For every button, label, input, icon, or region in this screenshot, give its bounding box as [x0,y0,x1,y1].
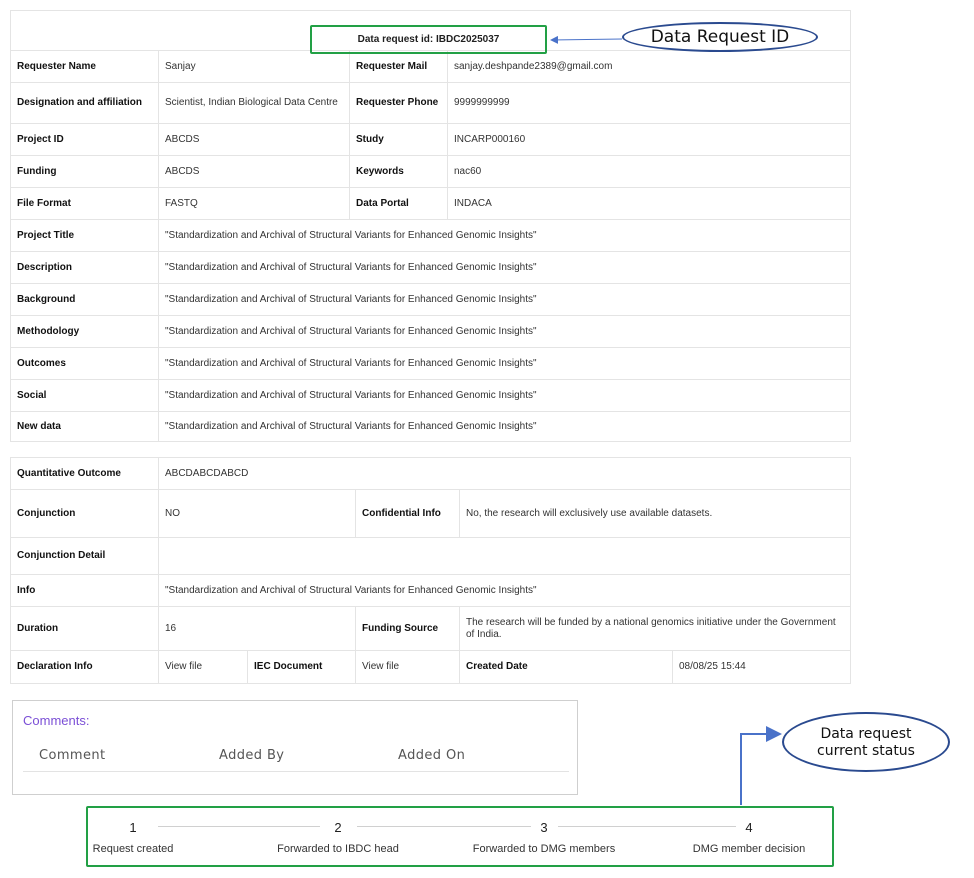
iec-view-file-link[interactable]: View file [355,650,460,684]
request-details-table: Requester Name Sanjay Requester Mail san… [10,10,851,442]
field-label: Quantitative Outcome [10,457,159,490]
status-arrow [740,726,782,805]
field-value: "Standardization and Archival of Structu… [157,574,852,607]
table-row: Background "Standardization and Archival… [10,283,851,316]
field-value: ABCDS [158,123,350,156]
field-value: "Standardization and Archival of Structu… [158,251,851,284]
table-row: Conjunction NO Confidential Info No, the… [10,489,852,538]
field-value: "Standardization and Archival of Structu… [158,411,851,442]
field-label: Conjunction Detail [10,537,159,575]
step-connector [357,826,531,827]
field-value: FASTQ [158,187,350,220]
field-label: Funding [10,155,159,188]
field-label: New data [10,411,159,442]
field-value: ABCDABCDABCD [157,457,852,490]
table-row: Quantitative Outcome ABCDABCDABCD [10,457,852,490]
field-value: sanjay.deshpande2389@gmail.com [447,50,851,83]
column-header-added-on: Added On [398,748,466,763]
field-label: Background [10,283,159,316]
field-label: Confidential Info [355,489,460,538]
step-4-label: DMG member decision [692,843,806,855]
comments-panel: Comments: Comment Added By Added On [12,700,578,795]
field-label: File Format [10,187,159,220]
field-value: INDACA [447,187,851,220]
field-label: Outcomes [10,347,159,380]
field-label: Requester Phone [349,82,448,124]
table-row: Description "Standardization and Archiva… [10,251,851,284]
comments-divider [23,771,569,772]
table-row: Requester Name Sanjay Requester Mail san… [10,50,851,83]
field-label: IEC Document [247,650,356,684]
table-row: Duration 16 Funding Source The research … [10,606,852,651]
step-3-badge: 3 [540,819,548,835]
field-label: Duration [10,606,159,651]
table-row: New data "Standardization and Archival o… [10,411,851,442]
step-connector [558,826,736,827]
field-value [157,537,852,575]
table-row: Project ID ABCDS Study INCARP000160 [10,123,851,156]
request-extra-table: Quantitative Outcome ABCDABCDABCD Conjun… [10,457,852,684]
field-label: Keywords [349,155,448,188]
column-header-comment: Comment [39,748,106,763]
field-value: "Standardization and Archival of Structu… [158,219,851,252]
step-4-badge: 4 [745,819,753,835]
field-value: 9999999999 [447,82,851,124]
column-header-added-by: Added By [219,748,285,763]
table-row: Designation and affiliation Scientist, I… [10,82,851,124]
request-id-highlight [310,25,547,54]
field-value: 16 [158,606,356,651]
table-row: Info "Standardization and Archival of St… [10,574,852,607]
field-value: "Standardization and Archival of Structu… [158,283,851,316]
step-1-label: Request created [92,843,174,855]
field-value: 08/08/25 15:44 [671,650,852,684]
field-label: Info [10,574,159,607]
field-label: Description [10,251,159,284]
field-label: Created Date [459,650,673,684]
field-value: "Standardization and Archival of Structu… [158,315,851,348]
field-label: Requester Mail [349,50,448,83]
table-row: Funding ABCDS Keywords nac60 [10,155,851,188]
field-label: Conjunction [10,489,159,538]
step-2-badge: 2 [334,819,342,835]
field-label: Requester Name [10,50,159,83]
step-2-label: Forwarded to IBDC head [277,843,399,855]
field-value: NO [158,489,356,538]
table-row: File Format FASTQ Data Portal INDACA [10,187,851,220]
table-row: Methodology "Standardization and Archiva… [10,315,851,348]
status-callout-line2: current status [817,743,915,759]
field-value: INCARP000160 [447,123,851,156]
field-value: No, the research will exclusively use av… [458,489,852,538]
field-label: Project Title [10,219,159,252]
table-row: Outcomes "Standardization and Archival o… [10,347,851,380]
field-value: Sanjay [158,50,350,83]
step-3-label: Forwarded to DMG members [472,843,616,855]
field-value: nac60 [447,155,851,188]
field-value: ABCDS [158,155,350,188]
step-connector [158,826,320,827]
field-label: Study [349,123,448,156]
field-label: Designation and affiliation [10,82,159,124]
status-callout-line1: Data request [820,726,912,742]
step-1-badge: 1 [129,819,137,835]
field-label: Methodology [10,315,159,348]
field-value: "Standardization and Archival of Structu… [158,379,851,412]
field-label: Declaration Info [10,650,159,684]
table-row: Conjunction Detail [10,537,852,575]
field-value: Scientist, Indian Biological Data Centre [158,82,350,124]
declaration-view-file-link[interactable]: View file [158,650,248,684]
table-row: Social "Standardization and Archival of … [10,379,851,412]
field-label: Data Portal [349,187,448,220]
request-id-callout: Data Request ID [622,22,818,52]
field-value: "Standardization and Archival of Structu… [158,347,851,380]
status-callout-text: Data request current status [817,726,915,760]
table-row: Project Title "Standardization and Archi… [10,219,851,252]
field-label: Funding Source [355,606,460,651]
status-stepper-highlight [86,806,834,867]
field-label: Project ID [10,123,159,156]
table-row: Declaration Info View file IEC Document … [10,650,852,684]
field-label: Social [10,379,159,412]
status-callout: Data request current status [782,712,950,772]
comments-title: Comments: [23,713,90,728]
field-value: The research will be funded by a nationa… [458,606,852,651]
